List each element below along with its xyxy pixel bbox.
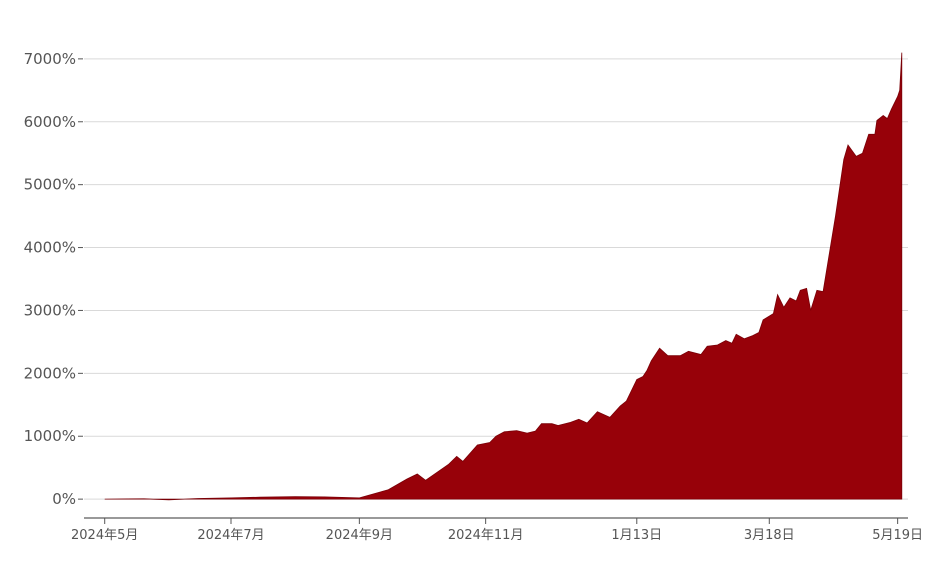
x-tick-label: 2024年5月 [71,528,138,543]
x-tick-label: 5月19日 [872,528,923,543]
y-tick-label: 7000% [24,50,76,68]
y-tick-label: 0% [52,490,76,508]
x-tick-label: 1月13日 [611,528,662,543]
y-tick-label: 6000% [24,113,76,131]
y-tick-label: 2000% [24,364,76,382]
x-tick-label: 2024年11月 [448,528,524,543]
y-axis: 0% 1000% 2000% 3000% 4000% 5000% 6000% 7000% [24,50,83,508]
x-tick-label: 3月18日 [744,528,795,543]
y-tick-label: 3000% [24,301,76,319]
y-tick-label: 5000% [24,176,76,194]
chart: 0% 1000% 2000% 3000% 4000% 5000% 6000% 7000% 20… [24,50,923,543]
x-tick-label: 2024年7月 [197,528,264,543]
area-series [104,52,903,501]
area-fill [104,52,903,501]
x-axis: 2024年5月 2024年7月 2024年9月 2024年11月 1月13日 3月18日 5… [71,518,923,543]
y-tick-label: 4000% [24,239,76,257]
y-tick-label: 1000% [24,427,76,445]
x-tick-label: 2024年9月 [326,528,393,543]
